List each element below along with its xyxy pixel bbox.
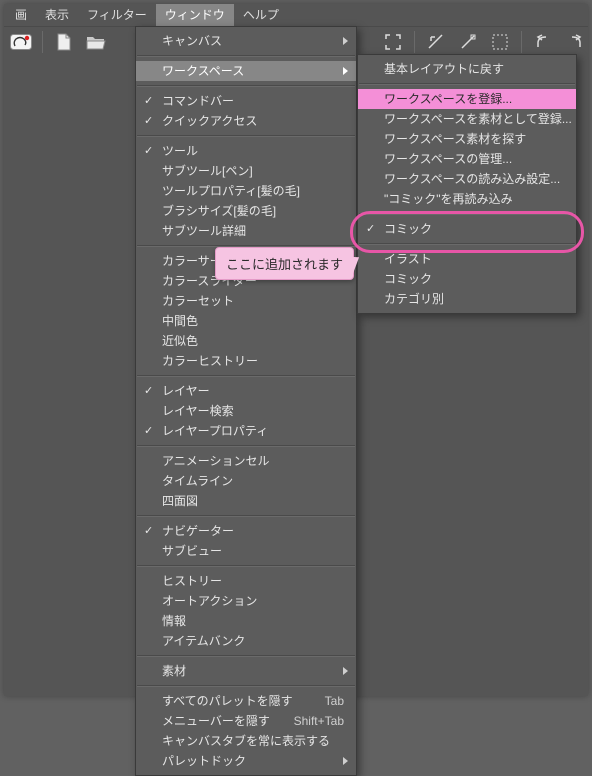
submenu-item[interactable]: ワークスペースを素材として登録... [358, 109, 576, 129]
flip-icon[interactable] [423, 30, 449, 54]
selection-icon[interactable] [487, 30, 513, 54]
rotate-icon[interactable] [455, 30, 481, 54]
menubar-item-window[interactable]: ウィンドウ [156, 4, 234, 26]
submenu-item[interactable]: 基本レイアウトに戻す [358, 59, 576, 79]
submenu-item[interactable]: コミック [358, 269, 576, 289]
record-icon[interactable] [8, 30, 34, 54]
submenu-item[interactable]: イラスト [358, 249, 576, 269]
menu-item[interactable]: ワークスペース [136, 61, 356, 81]
menu-item[interactable]: キャンバスタブを常に表示する [136, 731, 356, 751]
menu-separator [137, 55, 355, 57]
menu-item[interactable]: レイヤープロパティ [136, 421, 356, 441]
menu-item[interactable]: ブラシサイズ[髪の毛] [136, 201, 356, 221]
menu-item[interactable]: アイテムバンク [136, 631, 356, 651]
menu-item[interactable]: 四面図 [136, 491, 356, 511]
menu-item[interactable]: サブツール詳細 [136, 221, 356, 241]
menu-item[interactable]: 中間色 [136, 311, 356, 331]
menu-separator [137, 245, 355, 247]
menu-item[interactable]: 近似色 [136, 331, 356, 351]
menu-item[interactable]: コマンドバー [136, 91, 356, 111]
menu-item[interactable]: サブツール[ペン] [136, 161, 356, 181]
submenu-item[interactable]: "コミック"を再読み込み [358, 189, 576, 209]
menu-separator [137, 515, 355, 517]
redo-icon[interactable] [562, 30, 588, 54]
menu-item[interactable]: パレットドック [136, 751, 356, 771]
menu-item[interactable]: カラーサークル [136, 251, 356, 271]
submenu-item[interactable]: ワークスペース素材を探す [358, 129, 576, 149]
menu-item[interactable]: ツール [136, 141, 356, 161]
menu-item[interactable]: アニメーションセル [136, 451, 356, 471]
menu-item[interactable]: メニューバーを隠すShift+Tab [136, 711, 356, 731]
menu-item[interactable]: キャンバス [136, 31, 356, 51]
menu-item[interactable]: すべてのパレットを隠すTab [136, 691, 356, 711]
menu-item[interactable]: レイヤー [136, 381, 356, 401]
menubar: 画 表示 フィルター ウィンドウ ヘルプ [4, 4, 588, 27]
menu-separator [137, 85, 355, 87]
window-menu: キャンバスワークスペースコマンドバークイックアクセスツールサブツール[ペン]ツー… [135, 26, 357, 776]
shortcut-label: Tab [325, 691, 344, 711]
menu-item[interactable]: クイックアクセス [136, 111, 356, 131]
menu-separator [137, 135, 355, 137]
menu-item[interactable]: サブビュー [136, 541, 356, 561]
menu-item[interactable]: ナビゲーター [136, 521, 356, 541]
submenu-item[interactable]: ワークスペースの読み込み設定... [358, 169, 576, 189]
menu-separator [359, 83, 575, 85]
open-folder-icon[interactable] [83, 30, 109, 54]
menubar-item[interactable]: 表示 [36, 4, 78, 26]
menubar-item[interactable]: フィルター [78, 4, 156, 26]
toolbar-separator [414, 31, 415, 53]
menu-separator [359, 213, 575, 215]
menu-item[interactable]: ツールプロパティ[髪の毛] [136, 181, 356, 201]
toolbar-separator [521, 31, 522, 53]
menu-separator [137, 685, 355, 687]
menubar-item[interactable]: 画 [6, 4, 36, 26]
menu-item[interactable]: ヒストリー [136, 571, 356, 591]
menu-separator [137, 445, 355, 447]
fit-icon[interactable] [380, 30, 406, 54]
menu-item[interactable]: カラースライダー [136, 271, 356, 291]
menu-item[interactable]: レイヤー検索 [136, 401, 356, 421]
new-file-icon[interactable] [51, 30, 77, 54]
submenu-item[interactable]: ワークスペースの管理... [358, 149, 576, 169]
menu-separator [137, 655, 355, 657]
shortcut-label: Shift+Tab [294, 711, 344, 731]
submenu-item[interactable]: コミック [358, 219, 576, 239]
submenu-item[interactable]: ワークスペースを登録... [358, 89, 576, 109]
menu-separator [137, 375, 355, 377]
menu-item[interactable]: タイムライン [136, 471, 356, 491]
menu-item[interactable]: カラーヒストリー [136, 351, 356, 371]
menubar-item[interactable]: ヘルプ [234, 4, 288, 26]
menu-item[interactable]: カラーセット [136, 291, 356, 311]
menu-item[interactable]: オートアクション [136, 591, 356, 611]
workspace-submenu: 基本レイアウトに戻すワークスペースを登録...ワークスペースを素材として登録..… [357, 54, 577, 314]
menu-item[interactable]: 情報 [136, 611, 356, 631]
menu-item[interactable]: 素材 [136, 661, 356, 681]
menu-separator [359, 243, 575, 245]
undo-icon[interactable] [530, 30, 556, 54]
submenu-item[interactable]: カテゴリ別 [358, 289, 576, 309]
menu-separator [137, 565, 355, 567]
